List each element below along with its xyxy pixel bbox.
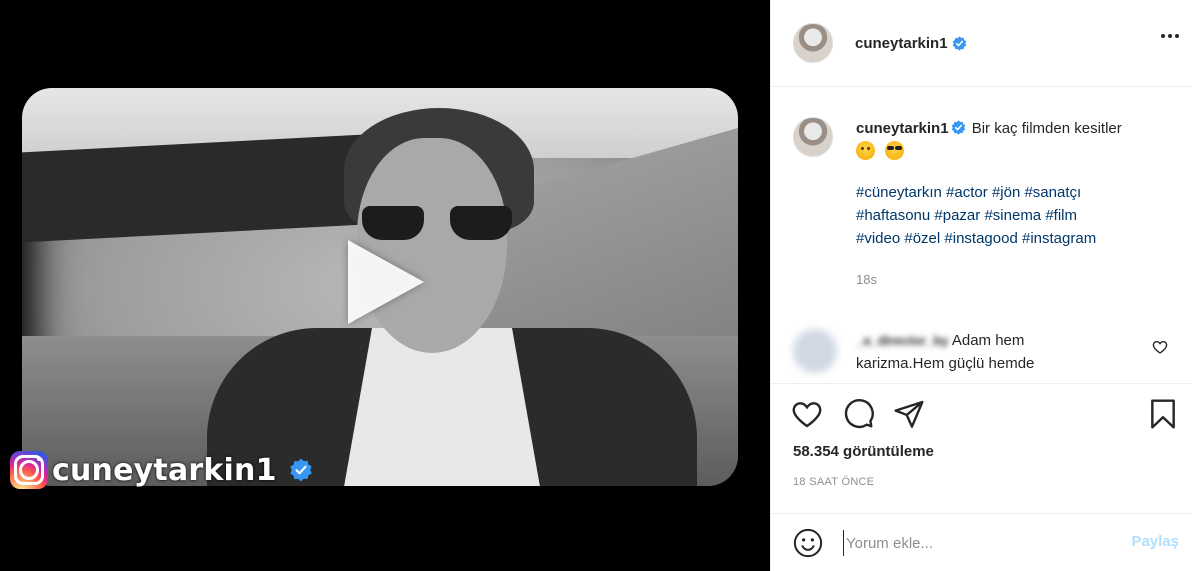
- hashtag-link[interactable]: #actor: [946, 184, 988, 201]
- hashtag-link[interactable]: #sanatçı: [1024, 184, 1081, 201]
- hashtag-link[interactable]: #sinema: [984, 207, 1041, 224]
- avatar[interactable]: [793, 329, 837, 373]
- comments-section[interactable]: cuneytarkin1 Bir kaç filmden kesitler #c…: [771, 87, 1192, 384]
- post-side-panel: cuneytarkin1 cuneytarkin1 Bir kaç filmde…: [770, 0, 1192, 571]
- emoji-picker-icon[interactable]: [793, 528, 823, 558]
- header-username[interactable]: cuneytarkin1: [855, 35, 948, 52]
- more-options-icon[interactable]: [1161, 34, 1179, 38]
- video-player[interactable]: cuneytarkin1: [0, 0, 770, 571]
- hashtag-link[interactable]: #jön: [992, 184, 1020, 201]
- caption-timestamp[interactable]: 18s: [856, 268, 1173, 291]
- view-count[interactable]: 58.354 görüntüleme: [793, 443, 934, 460]
- post-comment-button[interactable]: Paylaş: [1131, 533, 1179, 550]
- comment-item: _a_director_by Adam hem karizma.Hem güçl…: [793, 329, 1173, 375]
- comment-input[interactable]: [843, 530, 1103, 556]
- slightly-smiling-face-emoji: [856, 141, 875, 160]
- play-icon[interactable]: [348, 240, 424, 324]
- avatar[interactable]: [793, 23, 833, 63]
- hashtag-list: #cüneytarkın #actor #jön #sanatçı #hafta…: [856, 181, 1173, 250]
- watermark-username: cuneytarkin1: [52, 452, 277, 488]
- hashtag-link[interactable]: #video: [856, 230, 900, 247]
- post-actions: [771, 384, 1192, 444]
- hashtag-link[interactable]: #pazar: [934, 207, 980, 224]
- add-comment-bar: Paylaş: [771, 513, 1192, 571]
- smiling-face-with-sunglasses-emoji: [885, 141, 904, 160]
- hashtag-link[interactable]: #instagram: [1022, 230, 1096, 247]
- comment-bubble-icon[interactable]: [843, 398, 875, 430]
- verified-badge-icon: [951, 120, 965, 135]
- heart-icon[interactable]: [1152, 339, 1168, 355]
- comment-username[interactable]: _a_director_by: [856, 333, 949, 348]
- video-watermark: cuneytarkin1: [10, 450, 313, 490]
- hashtag-link[interactable]: #film: [1045, 207, 1077, 224]
- caption-text: Bir kaç filmden kesitler: [971, 120, 1122, 137]
- hashtag-link[interactable]: #cüneytarkın: [856, 184, 942, 201]
- post-header: cuneytarkin1: [771, 0, 1192, 87]
- bookmark-icon[interactable]: [1147, 398, 1179, 430]
- verified-badge-icon: [952, 35, 966, 51]
- instagram-logo-icon: [10, 451, 48, 489]
- hashtag-link[interactable]: #instagood: [944, 230, 1017, 247]
- post-date[interactable]: 18 SAAT ÖNCE: [793, 476, 874, 488]
- hashtag-link[interactable]: #özel: [904, 230, 940, 247]
- avatar[interactable]: [793, 117, 833, 157]
- post-caption: cuneytarkin1 Bir kaç filmden kesitler #c…: [793, 117, 1173, 291]
- heart-icon[interactable]: [791, 398, 823, 430]
- verified-badge-icon: [289, 458, 312, 482]
- paper-plane-icon[interactable]: [893, 398, 925, 430]
- caption-username[interactable]: cuneytarkin1: [856, 120, 949, 137]
- hashtag-link[interactable]: #haftasonu: [856, 207, 930, 224]
